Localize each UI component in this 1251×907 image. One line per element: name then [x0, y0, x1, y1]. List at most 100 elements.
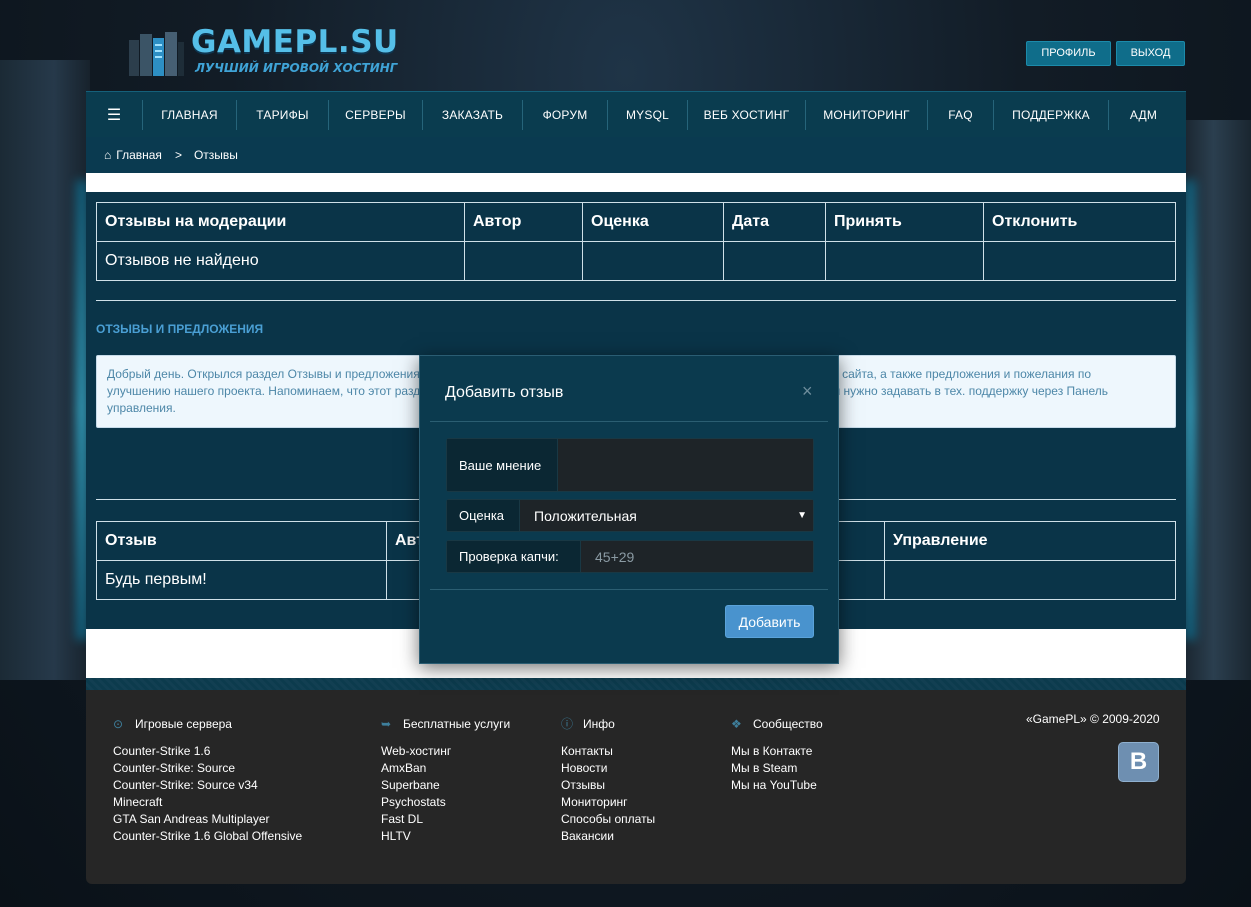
rating-value: Положительная [534, 507, 637, 524]
logout-button[interactable]: ВЫХОД [1116, 41, 1185, 66]
footer-column-community: ❖ Сообщество Мы в Контакте Мы в Steam Мы … [731, 716, 823, 794]
table-cell [884, 560, 1176, 600]
table-cell [464, 241, 583, 281]
footer-link[interactable]: Новости [561, 760, 655, 777]
logo-title: GAMEPL.SU [191, 24, 399, 60]
footer-link[interactable]: GTA San Andreas Multiplayer [113, 811, 302, 828]
caret-down-icon: ▼ [797, 510, 807, 521]
logo-subtitle: ЛУЧШИЙ ИГРОВОЙ ХОСТИНГ [195, 61, 398, 75]
footer-link[interactable]: Web-хостинг [381, 743, 510, 760]
captcha-label: Проверка капчи: [447, 541, 581, 572]
info-text: улучшению нашего проекта. Напоминаем, чт… [107, 384, 421, 398]
divider [96, 300, 1176, 301]
nav-item-tariffs[interactable]: ТАРИФЫ [236, 99, 328, 130]
nav-item-mysql[interactable]: MYSQL [607, 99, 687, 130]
footer-link[interactable]: Counter-Strike 1.6 Global Offensive [113, 828, 302, 845]
footer-column-free: ➥ Бесплатные услуги Web-хостинг AmxBan Su… [381, 716, 510, 845]
vk-icon[interactable]: В [1118, 742, 1159, 782]
footer-link[interactable]: Способы оплаты [561, 811, 655, 828]
modal-divider [430, 421, 828, 422]
site-logo[interactable]: GAMEPL.SU ЛУЧШИЙ ИГРОВОЙ ХОСТИНГ [127, 24, 417, 82]
menu-icon[interactable]: ☰ [86, 105, 142, 125]
footer-link[interactable]: Вакансии [561, 828, 655, 845]
nav-item-web-hosting[interactable]: ВЕБ ХОСТИНГ [687, 99, 805, 130]
table-header: Автор [464, 202, 583, 242]
footer-heading: Игровые сервера [135, 717, 232, 731]
table-header-row: Отзывы на модерации Автор Оценка Дата Пр… [96, 202, 1176, 242]
table-header: Оценка [582, 202, 724, 242]
modal-title: Добавить отзыв [445, 384, 564, 401]
nav-item-order[interactable]: ЗАКАЗАТЬ [422, 99, 522, 130]
breadcrumb-separator: > [174, 148, 182, 162]
rating-select[interactable]: Положительная ▼ [520, 500, 813, 531]
empty-message: Отзывов не найдено [96, 241, 465, 281]
table-cell [825, 241, 984, 281]
footer-column-servers: ⊙ Игровые сервера Counter-Strike 1.6 Coun… [113, 716, 302, 845]
nav-item-monitoring[interactable]: МОНИТОРИНГ [805, 99, 927, 130]
footer-link[interactable]: Отзывы [561, 777, 655, 794]
nav-item-forum[interactable]: ФОРУМ [522, 99, 607, 130]
table-cell [582, 241, 724, 281]
moderation-table: Отзывы на модерации Автор Оценка Дата Пр… [96, 202, 1176, 281]
nav-item-faq[interactable]: FAQ [927, 99, 993, 130]
captcha-group: Проверка капчи: 45+29 [446, 540, 814, 573]
table-header: Дата [723, 202, 826, 242]
footer-link[interactable]: HLTV [381, 828, 510, 845]
footer-link[interactable]: AmxBan [381, 760, 510, 777]
breadcrumb: ⌂ Главная > Отзывы [86, 137, 1186, 173]
opinion-label: Ваше мнение [447, 439, 558, 491]
footer-link[interactable]: Мы на YouTube [731, 777, 823, 794]
table-header: Отзывы на модерации [96, 202, 465, 242]
table-row: Отзывов не найдено [96, 241, 1176, 281]
footer-link[interactable]: Counter-Strike: Source v34 [113, 777, 302, 794]
footer-link[interactable]: Fast DL [381, 811, 510, 828]
footer-link[interactable]: Minecraft [113, 794, 302, 811]
nav-item-servers[interactable]: СЕРВЕРЫ [328, 99, 422, 130]
footer-link[interactable]: Мы в Контакте [731, 743, 823, 760]
table-header: Отклонить [983, 202, 1176, 242]
close-icon[interactable]: × [802, 381, 813, 402]
table-header: Управление [884, 521, 1176, 561]
footer-link[interactable]: Контакты [561, 743, 655, 760]
info-text: Добрый день. Открылся раздел Отзывы и пр… [107, 367, 424, 381]
profile-button[interactable]: ПРОФИЛЬ [1026, 41, 1111, 66]
add-button[interactable]: Добавить [725, 605, 814, 638]
nav-item-admin[interactable]: АДМ [1108, 99, 1178, 130]
server-rack-icon [129, 32, 184, 76]
rating-group: Оценка Положительная ▼ [446, 499, 814, 532]
home-icon: ⌂ [104, 148, 112, 162]
footer-column-info: ⓘ Инфо Контакты Новости Отзывы Мониторинг… [561, 716, 655, 845]
footer-link[interactable]: Counter-Strike: Source [113, 760, 302, 777]
opinion-group: Ваше мнение [446, 438, 814, 492]
captcha-input[interactable]: 45+29 [581, 541, 813, 572]
opinion-textarea[interactable] [558, 439, 813, 491]
footer: ⊙ Игровые сервера Counter-Strike 1.6 Coun… [86, 690, 1186, 884]
footer-band [86, 678, 1186, 690]
footer-heading: Бесплатные услуги [403, 717, 511, 731]
content-divider [86, 173, 1186, 192]
gamepad-icon: ⊙ [113, 717, 124, 731]
nav-item-home[interactable]: ГЛАВНАЯ [142, 99, 236, 130]
table-header: Отзыв [96, 521, 387, 561]
nav-item-support[interactable]: ПОДДЕРЖКА [993, 99, 1108, 130]
footer-link[interactable]: Мониторинг [561, 794, 655, 811]
copyright: «GamePL» © 2009-2020 [1026, 712, 1160, 726]
footer-link[interactable]: Psychostats [381, 794, 510, 811]
info-text: те сайта, а также предложения и пожелани… [826, 367, 1091, 381]
table-cell [983, 241, 1176, 281]
breadcrumb-home[interactable]: Главная [116, 148, 162, 162]
table-header: Принять [825, 202, 984, 242]
breadcrumb-current: Отзывы [193, 148, 238, 162]
modal-divider [430, 589, 828, 590]
footer-link[interactable]: Superbane [381, 777, 510, 794]
footer-link[interactable]: Counter-Strike 1.6 [113, 743, 302, 760]
footer-link[interactable]: Мы в Steam [731, 760, 823, 777]
community-icon: ❖ [731, 717, 742, 731]
rating-label: Оценка [447, 500, 520, 531]
section-title: ОТЗЫВЫ И ПРЕДЛОЖЕНИЯ [96, 322, 264, 336]
main-nav: ☰ ГЛАВНАЯ ТАРИФЫ СЕРВЕРЫ ЗАКАЗАТЬ ФОРУМ … [86, 91, 1186, 137]
footer-heading: Сообщество [753, 717, 823, 731]
share-icon: ➥ [381, 717, 392, 731]
table-cell [723, 241, 826, 281]
info-text: ы нужно задавать в тех. поддержку через … [831, 384, 1108, 398]
